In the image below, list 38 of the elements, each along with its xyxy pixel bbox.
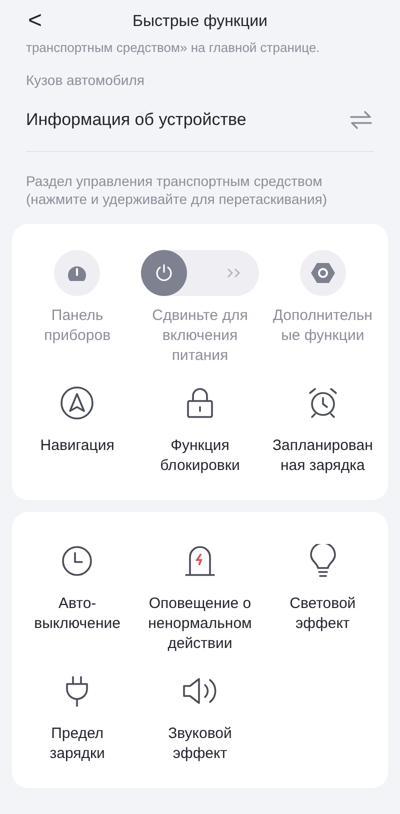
function-label: Запланированная зарядка (271, 436, 374, 476)
alarm-clock-icon (306, 386, 339, 418)
function-button[interactable]: Навигация (16, 380, 139, 476)
function-label: Дополнительные функции (272, 306, 374, 346)
plug-icon (64, 674, 90, 706)
power-slider[interactable] (140, 250, 259, 296)
function-label: Сдвиньте для включения питания (151, 306, 249, 366)
cut-text: транспортным средством» на главной странице. (26, 40, 321, 55)
function-label: Предел зарядки (48, 724, 106, 764)
power-icon (154, 264, 173, 282)
function-label: Навигация (40, 436, 114, 456)
page-title: Быстрые функции (132, 12, 268, 32)
function-button[interactable]: Функция блокировки (138, 380, 262, 476)
warning-light-icon (184, 544, 216, 576)
function-label: Функция блокировки (159, 436, 241, 476)
function-label: Оповещение о ненормальном действии (148, 594, 252, 654)
lock-icon (186, 386, 214, 418)
clock-icon (61, 544, 94, 576)
navigation-icon (60, 386, 94, 420)
hint-text: Раздел управления транспортным средством (нажмите и удерживайте для перетаскивания) (26, 172, 328, 208)
double-chevron-icon (226, 268, 241, 278)
back-button[interactable]: < (28, 6, 42, 36)
function-button[interactable]: Авто-выключение (16, 538, 139, 654)
device-info-label: Информация об устройстве (26, 109, 246, 131)
function-button[interactable]: Запланированная зарядка (261, 380, 384, 476)
speaker-icon (182, 676, 218, 706)
nut-icon (310, 262, 335, 284)
function-label: Панель приборов (43, 306, 112, 346)
light-bulb-icon (308, 544, 337, 578)
swap-icon[interactable] (350, 110, 372, 129)
function-label: Авто-выключение (33, 594, 122, 634)
function-label: Звуковой эффект (167, 724, 233, 764)
function-button[interactable]: Звуковой эффект (138, 668, 262, 764)
function-label: Световой эффект (288, 594, 357, 634)
function-button[interactable]: Предел зарядки (16, 668, 139, 764)
function-button[interactable]: Световой эффект (261, 538, 384, 654)
section-label: Кузов автомобиля (26, 71, 146, 90)
function-button[interactable]: Оповещение о ненормальном действии (138, 538, 262, 654)
